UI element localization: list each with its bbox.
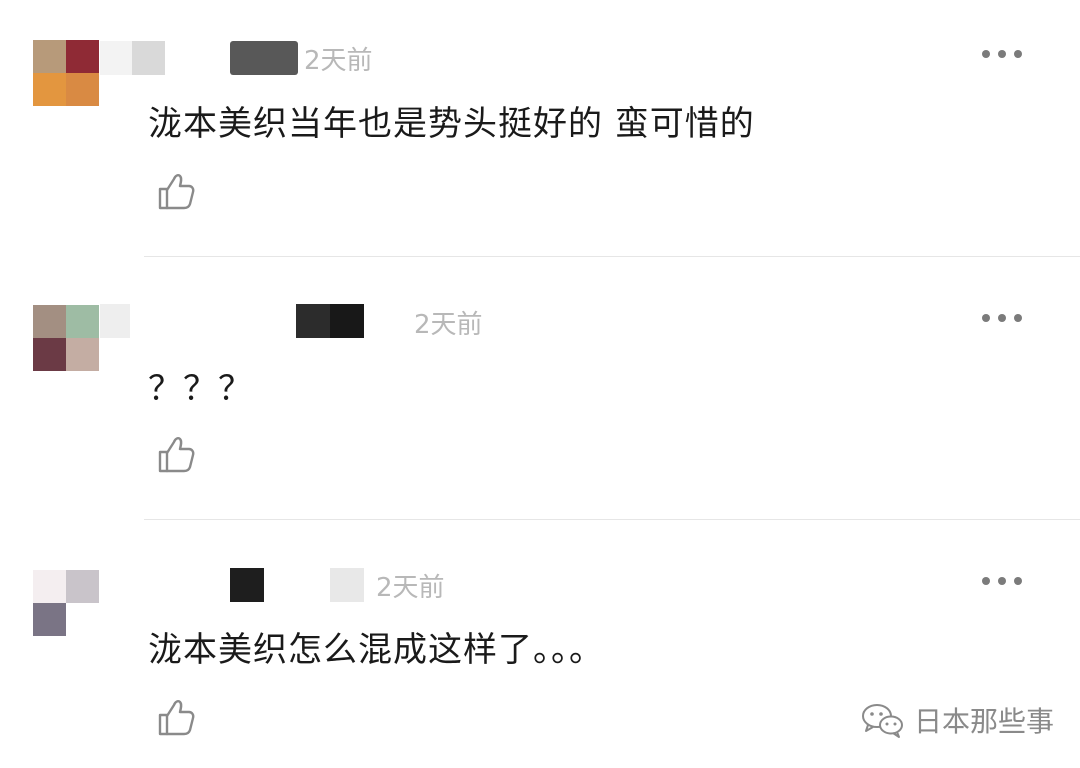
avatar-pixel xyxy=(33,73,66,106)
avatar-pixel xyxy=(66,603,99,636)
thumbs-up-icon[interactable] xyxy=(156,433,196,475)
avatar-pixel xyxy=(33,570,66,603)
thumbs-up-icon[interactable] xyxy=(156,170,196,212)
comment-time: 2天前 xyxy=(414,310,483,340)
comment-text: 泷本美织当年也是势头挺好的 蛮可惜的 xyxy=(148,104,755,144)
comment-item: 2天前 ？？？ xyxy=(0,257,1080,519)
avatar-pixel xyxy=(33,338,66,371)
comment-list: 2天前 泷本美织当年也是势头挺好的 蛮可惜的 2天前 ？？？ 2天前 泷本美织怎… xyxy=(0,0,1080,768)
avatar-pixel xyxy=(33,305,66,338)
avatar-pixel xyxy=(66,73,99,106)
avatar-pixel xyxy=(33,40,66,73)
more-options-button[interactable] xyxy=(982,575,1022,587)
comment-item: 2天前 泷本美织当年也是势头挺好的 蛮可惜的 xyxy=(0,0,1080,256)
comment-time: 2天前 xyxy=(304,46,373,76)
username-blurred[interactable] xyxy=(100,41,300,75)
more-dot xyxy=(1014,577,1022,585)
more-options-button[interactable] xyxy=(982,312,1022,324)
watermark-text: 日本那些事 xyxy=(914,705,1055,738)
comment-time: 2天前 xyxy=(376,573,445,603)
more-dot xyxy=(998,577,1006,585)
thumbs-up-icon[interactable] xyxy=(156,696,196,738)
avatar-pixel xyxy=(66,40,99,73)
more-options-button[interactable] xyxy=(982,48,1022,60)
more-dot xyxy=(1014,50,1022,58)
avatar[interactable] xyxy=(33,305,99,371)
username-blurred[interactable] xyxy=(100,304,370,338)
username-blurred[interactable] xyxy=(100,568,370,602)
more-dot xyxy=(998,50,1006,58)
avatar-pixel xyxy=(33,603,66,636)
more-dot xyxy=(998,314,1006,322)
avatar-pixel xyxy=(66,305,99,338)
avatar-pixel xyxy=(66,570,99,603)
more-dot xyxy=(1014,314,1022,322)
more-dots-icon xyxy=(982,50,990,58)
avatar-pixel xyxy=(66,338,99,371)
more-dots-icon xyxy=(982,577,990,585)
avatar[interactable] xyxy=(33,570,99,636)
wechat-icon xyxy=(862,704,903,738)
watermark: 日本那些事 xyxy=(860,698,1054,742)
comment-text: 泷本美织怎么混成这样了。。。 xyxy=(148,630,604,670)
more-dots-icon xyxy=(982,314,990,322)
comment-text: ？？？ xyxy=(148,369,253,409)
avatar[interactable] xyxy=(33,40,99,106)
